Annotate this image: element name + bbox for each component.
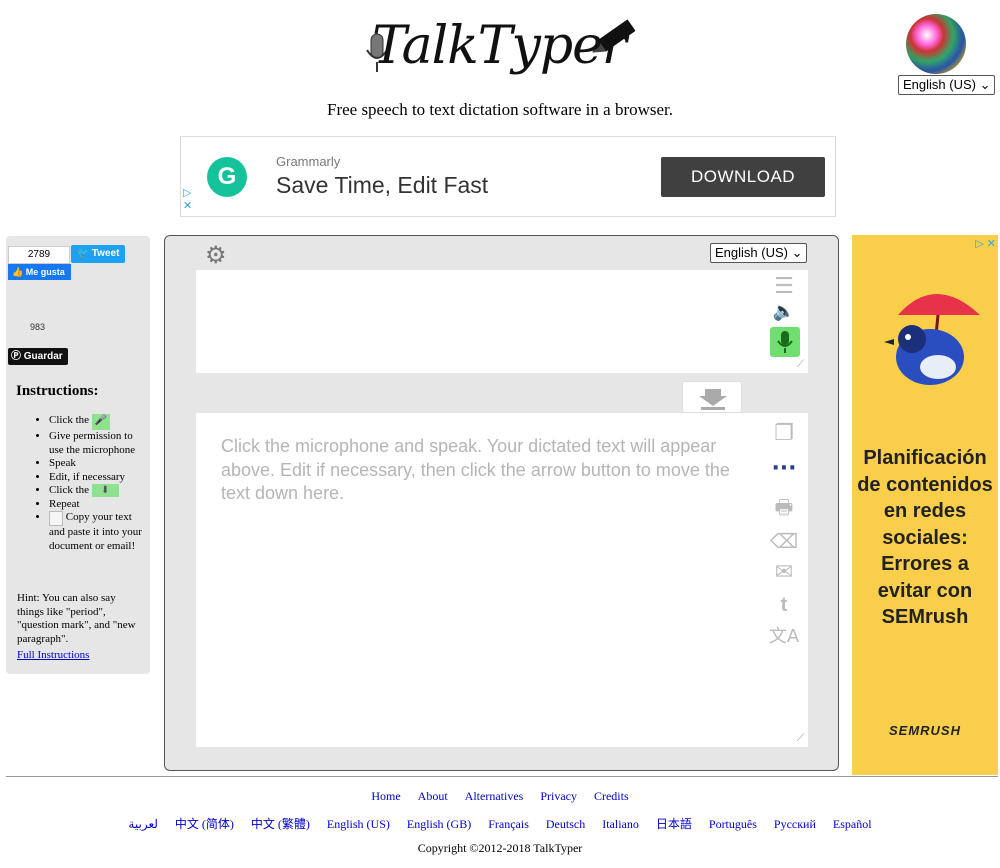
clear-icon[interactable]: ⌫ xyxy=(766,530,802,552)
language-link[interactable]: English (US) xyxy=(327,817,390,831)
ad-brand: Grammarly xyxy=(276,154,341,169)
footer-link-home[interactable]: Home xyxy=(371,789,400,803)
list-item: Speak xyxy=(49,457,146,471)
language-link[interactable]: Español xyxy=(833,817,872,831)
output-placeholder: Click the microphone and speak. Your dic… xyxy=(221,436,730,503)
twitter-icon[interactable]: t xyxy=(766,594,802,616)
language-link[interactable]: لعربية xyxy=(128,817,157,831)
microphone-button[interactable] xyxy=(770,327,800,357)
right-ad-banner[interactable]: ▷ ✕ Planificación de contenidos en redes… xyxy=(852,235,998,775)
list-item: Copy your text and paste it into your do… xyxy=(49,511,146,553)
globe-icon xyxy=(906,14,966,74)
tweet-label: Tweet xyxy=(91,248,120,259)
more-options-icon[interactable]: ··· xyxy=(766,458,802,480)
hint-text: Hint: You can also say things like "peri… xyxy=(17,592,136,645)
bird-umbrella-image xyxy=(884,294,980,385)
speaker-icon[interactable]: 🔈 xyxy=(766,302,802,322)
microphone-icon xyxy=(777,331,793,353)
instructions-list: Click the 🎤 Give permission to use the m… xyxy=(16,414,146,553)
language-link[interactable]: English (GB) xyxy=(407,817,471,831)
like-label: Me gusta xyxy=(25,267,65,277)
tweet-count: 2789 xyxy=(8,246,70,264)
footer-languages: لعربية 中文 (简体) 中文 (繁體) English (US) Engl… xyxy=(0,815,1000,832)
gear-icon[interactable]: ⚙ xyxy=(205,244,227,268)
copy-icon xyxy=(49,511,63,527)
email-icon[interactable]: ✉ xyxy=(766,562,802,584)
step-text: Click the xyxy=(49,484,90,497)
copyright: Copyright ©2012-2018 TalkTyper xyxy=(417,841,583,855)
print-icon[interactable]: 🖶 xyxy=(766,496,802,518)
dictation-language-select[interactable]: English (US) xyxy=(710,243,808,263)
semrush-logo: SEMRUSH xyxy=(888,723,961,738)
language-link[interactable]: 日本語 xyxy=(656,817,692,831)
download-arrow-icon: ⬇ xyxy=(91,484,119,497)
resize-handle-icon[interactable]: ⟋ xyxy=(797,359,804,370)
pinterest-icon: Ⓟ xyxy=(11,351,21,362)
pin-count: 983 xyxy=(30,322,46,332)
pin-label: Guardar xyxy=(23,351,63,362)
footer-link-about[interactable]: About xyxy=(418,789,448,803)
language-link[interactable]: 中文 (简体) xyxy=(175,817,234,831)
menu-icon[interactable]: ☰ xyxy=(766,276,802,298)
translate-icon[interactable]: 文A xyxy=(766,626,802,648)
ad-headline: Save Time, Edit Fast xyxy=(276,172,489,198)
footer-link-privacy[interactable]: Privacy xyxy=(540,789,577,803)
resize-handle-icon[interactable]: ⟋ xyxy=(797,733,804,744)
output-text-area[interactable]: Click the microphone and speak. Your dic… xyxy=(196,413,808,747)
top-ad-banner[interactable]: G Grammarly Save Time, Edit Fast DOWNLOA… xyxy=(180,136,836,217)
logo-text: TalkTyper xyxy=(372,16,627,76)
twitter-icon: 🐦 xyxy=(76,248,90,259)
language-link[interactable]: Italiano xyxy=(602,817,639,831)
list-item: Click the 🎤 xyxy=(49,414,146,430)
footer-link-credits[interactable]: Credits xyxy=(594,789,629,803)
language-link[interactable]: Русский xyxy=(774,817,816,831)
copy-icon[interactable]: ❐ xyxy=(766,422,802,446)
facebook-like-button[interactable]: 👍 Me gusta xyxy=(8,264,71,280)
list-item: Give permission to use the microphone xyxy=(49,430,146,457)
language-link[interactable]: Deutsch xyxy=(546,817,585,831)
dictation-input-area[interactable]: ⟋ xyxy=(196,270,808,373)
microphone-icon: 🎤 xyxy=(91,414,110,430)
grammarly-logo-icon: G xyxy=(207,157,247,197)
footer-link-alternatives[interactable]: Alternatives xyxy=(465,789,524,803)
talktyper-logo[interactable]: TalkTyper xyxy=(362,12,642,98)
tweet-button[interactable]: 🐦 Tweet xyxy=(71,245,125,263)
language-link[interactable]: Français xyxy=(488,817,529,831)
adchoices-icon[interactable]: ▷ ✕ xyxy=(183,187,192,213)
list-item: Repeat xyxy=(49,498,146,512)
footer-nav: Home About Alternatives Privacy Credits xyxy=(0,789,1000,804)
move-text-down-button[interactable] xyxy=(682,381,742,413)
language-link[interactable]: 中文 (繁體) xyxy=(251,817,310,831)
pinterest-save-button[interactable]: Ⓟ Guardar xyxy=(8,348,68,365)
instructions-title: Instructions: xyxy=(16,383,99,399)
ui-language-select[interactable]: English (US) xyxy=(898,75,996,95)
thumbs-up-icon: 👍 xyxy=(12,267,24,277)
ad-download-button[interactable]: DOWNLOAD xyxy=(661,157,825,197)
list-item: Edit, if necessary xyxy=(49,471,146,485)
step-text: Copy your text and paste it into your do… xyxy=(49,511,142,552)
footer-divider xyxy=(6,776,998,777)
adchoices-icon[interactable]: ▷ ✕ xyxy=(975,237,996,250)
tagline: Free speech to text dictation software i… xyxy=(326,100,674,119)
dictation-panel: ⚙ English (US) ⟋ ☰ 🔈 Click the microphon… xyxy=(164,235,839,771)
list-item: Click the ⬇ xyxy=(49,484,146,498)
download-arrow-icon xyxy=(699,389,727,410)
left-sidebar: 2789 🐦 Tweet 👍 Me gusta 983 Ⓟ Guardar In… xyxy=(6,236,150,674)
step-text: Click the xyxy=(49,414,90,426)
right-ad-text: Planificación de contenidos en redes soc… xyxy=(857,447,993,628)
language-link[interactable]: Português xyxy=(709,817,757,831)
full-instructions-link[interactable]: Full Instructions xyxy=(17,649,89,661)
